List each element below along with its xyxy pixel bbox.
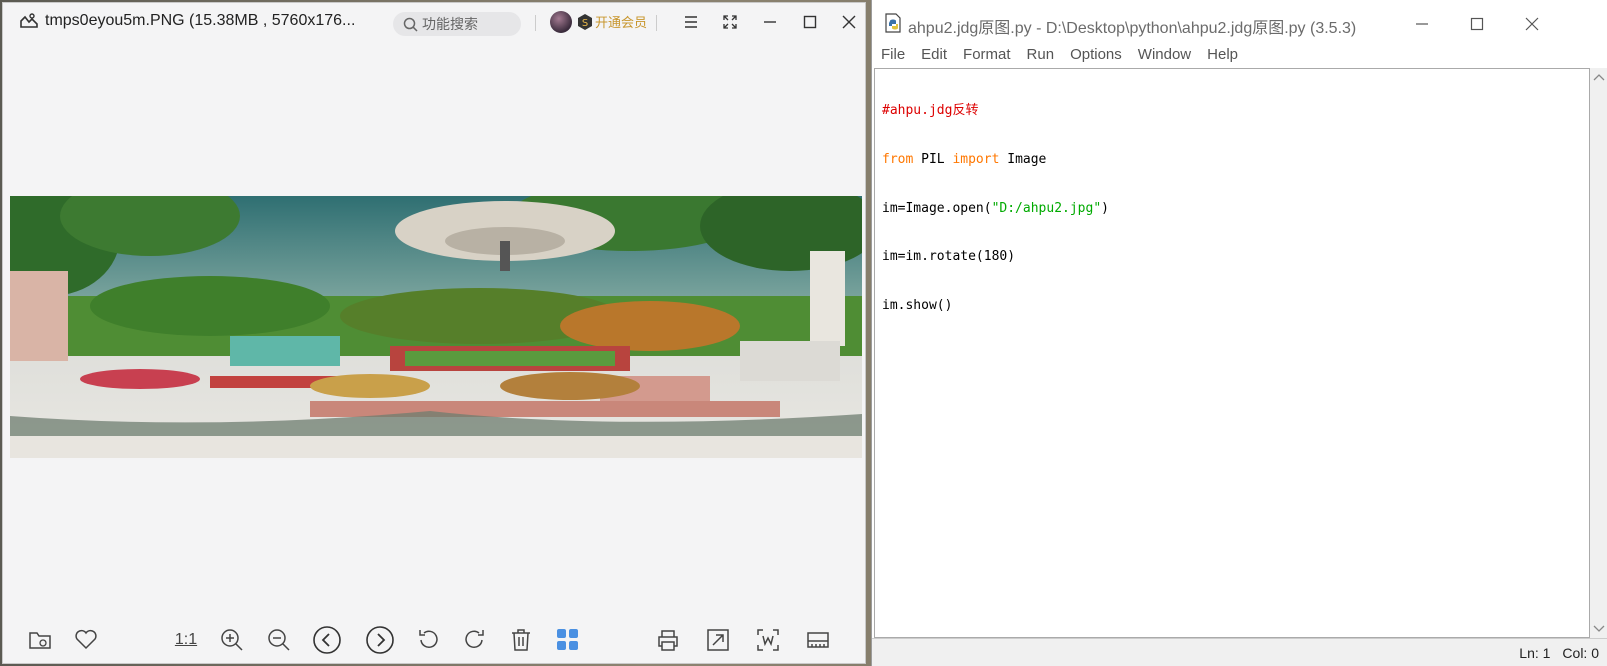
- folder-icon: [29, 632, 51, 649]
- code-comment: #ahpu.jdg反转: [882, 103, 979, 119]
- ocr-button[interactable]: [753, 625, 783, 655]
- close-icon: [1525, 17, 1539, 31]
- titlebar-divider: [535, 15, 536, 31]
- vip-button[interactable]: 开通会员: [595, 12, 647, 31]
- chevron-right-icon: [366, 626, 394, 654]
- image-viewer-window: tmps0eyou5m.PNG (15.38MB , 5760x176... 功…: [2, 2, 866, 664]
- trash-icon: [512, 629, 530, 651]
- maximize-button[interactable]: [797, 10, 823, 34]
- rotate-right-icon: [465, 630, 484, 649]
- minimize-button[interactable]: [757, 10, 783, 34]
- zoom-in-icon: [221, 629, 243, 651]
- minimize-icon: [1416, 23, 1428, 25]
- heart-icon: [75, 629, 97, 650]
- viewer-toolbar: 1:1: [3, 625, 865, 659]
- fullscreen-button[interactable]: [717, 10, 743, 34]
- code-token: im=im.rotate(180): [882, 249, 1016, 265]
- code-line-4: im=im.rotate(180): [882, 249, 1109, 265]
- code-line-3: im=Image.open("D:/ahpu2.jpg"): [882, 201, 1109, 217]
- more-tools-button[interactable]: [803, 625, 833, 655]
- search-icon: [403, 17, 418, 32]
- code-keyword-from: from: [882, 152, 914, 168]
- zoom-in-button[interactable]: [217, 625, 247, 655]
- menu-button[interactable]: [678, 10, 704, 34]
- menu-help[interactable]: Help: [1198, 44, 1245, 68]
- cloud-photo-icon: [20, 13, 38, 28]
- avatar[interactable]: [550, 11, 572, 33]
- code-token: Image: [999, 152, 1047, 168]
- ratio-label: 1:1: [174, 631, 198, 648]
- rotate-right-button[interactable]: [460, 625, 490, 655]
- hamburger-icon: [685, 16, 697, 28]
- actual-size-button[interactable]: 1:1: [171, 625, 201, 655]
- menu-options[interactable]: Options: [1061, 44, 1129, 68]
- code-editor[interactable]: #ahpu.jdg反转 from PIL import Image im=Ima…: [874, 68, 1590, 638]
- cursor-position: Ln: 1 Col: 0: [1519, 645, 1599, 661]
- zoom-out-button[interactable]: [264, 625, 294, 655]
- function-search-input[interactable]: 功能搜索: [393, 12, 521, 36]
- rotate-left-button[interactable]: [413, 625, 443, 655]
- code-token: im.show(): [882, 297, 953, 313]
- fullscreen-icon: [723, 15, 737, 29]
- scroll-up-arrow-icon: [1593, 74, 1605, 81]
- close-icon: [842, 15, 856, 29]
- idle-statusbar: Ln: 1 Col: 0: [872, 638, 1607, 666]
- scroll-down-arrow-icon: [1593, 625, 1605, 632]
- close-button[interactable]: [836, 10, 862, 34]
- code-keyword-import: import: [952, 152, 1000, 168]
- favorite-button[interactable]: [71, 625, 101, 655]
- code-string: "D:/ahpu2.jpg": [991, 200, 1102, 216]
- idle-menubar: File Edit Format Run Options Window Help: [872, 44, 1607, 68]
- thumbnails-button[interactable]: [553, 625, 583, 655]
- viewer-title: tmps0eyou5m.PNG (15.38MB , 5760x176...: [19, 12, 355, 30]
- maximize-icon: [803, 15, 817, 29]
- status-line: Ln: 1: [1519, 645, 1551, 661]
- campus-panorama-image: [10, 196, 862, 458]
- rotate-left-icon: [419, 630, 438, 649]
- idle-close-button[interactable]: [1512, 11, 1552, 37]
- vip-badge-icon: S: [578, 14, 592, 30]
- menu-file[interactable]: File: [872, 44, 912, 68]
- print-button[interactable]: [653, 625, 683, 655]
- previous-image-button[interactable]: [312, 625, 342, 655]
- idle-editor-window: ahpu2.jdg原图.py - D:\Desktop\python\ahpu2…: [871, 0, 1607, 666]
- viewer-titlebar[interactable]: tmps0eyou5m.PNG (15.38MB , 5760x176... 功…: [3, 3, 865, 41]
- menu-edit[interactable]: Edit: [912, 44, 954, 68]
- code-token: PIL: [913, 152, 953, 168]
- viewer-file-title: tmps0eyou5m.PNG (15.38MB , 5760x176...: [45, 12, 356, 29]
- status-column: Col: 0: [1562, 645, 1599, 661]
- idle-maximize-button[interactable]: [1457, 11, 1497, 37]
- vertical-scrollbar[interactable]: [1590, 68, 1607, 638]
- scan-text-icon: [757, 629, 779, 651]
- idle-titlebar[interactable]: ahpu2.jdg原图.py - D:\Desktop\python\ahpu2…: [872, 0, 1607, 46]
- menu-run[interactable]: Run: [1018, 44, 1062, 68]
- zoom-out-icon: [268, 629, 290, 651]
- menu-format[interactable]: Format: [954, 44, 1018, 68]
- chevron-left-icon: [313, 626, 341, 654]
- python-file-icon: [885, 13, 901, 33]
- menu-window[interactable]: Window: [1129, 44, 1198, 68]
- code-line-1: #ahpu.jdg反转: [882, 103, 1109, 119]
- open-externally-button[interactable]: [703, 625, 733, 655]
- expand-arrow-icon: [707, 629, 729, 651]
- code-line-2: from PIL import Image: [882, 152, 1109, 168]
- idle-window-title: ahpu2.jdg原图.py - D:\Desktop\python\ahpu2…: [908, 20, 1357, 37]
- titlebar-divider: [656, 15, 657, 31]
- code-text: #ahpu.jdg反转 from PIL import Image im=Ima…: [882, 71, 1109, 346]
- maximize-icon: [1470, 17, 1484, 31]
- code-token: ): [1101, 200, 1109, 216]
- grid-icon: [557, 629, 578, 650]
- code-token: im=Image.open(: [882, 200, 992, 216]
- delete-button[interactable]: [506, 625, 536, 655]
- next-image-button[interactable]: [365, 625, 395, 655]
- svg-text:S: S: [582, 18, 588, 29]
- rotated-photo: [10, 196, 862, 458]
- code-line-5: im.show(): [882, 298, 1109, 314]
- printer-icon: [658, 630, 678, 651]
- search-placeholder: 功能搜索: [422, 16, 478, 32]
- minimize-icon: [764, 21, 776, 23]
- open-folder-button[interactable]: [25, 625, 55, 655]
- idle-minimize-button[interactable]: [1402, 11, 1442, 37]
- toolbox-icon: [807, 632, 829, 648]
